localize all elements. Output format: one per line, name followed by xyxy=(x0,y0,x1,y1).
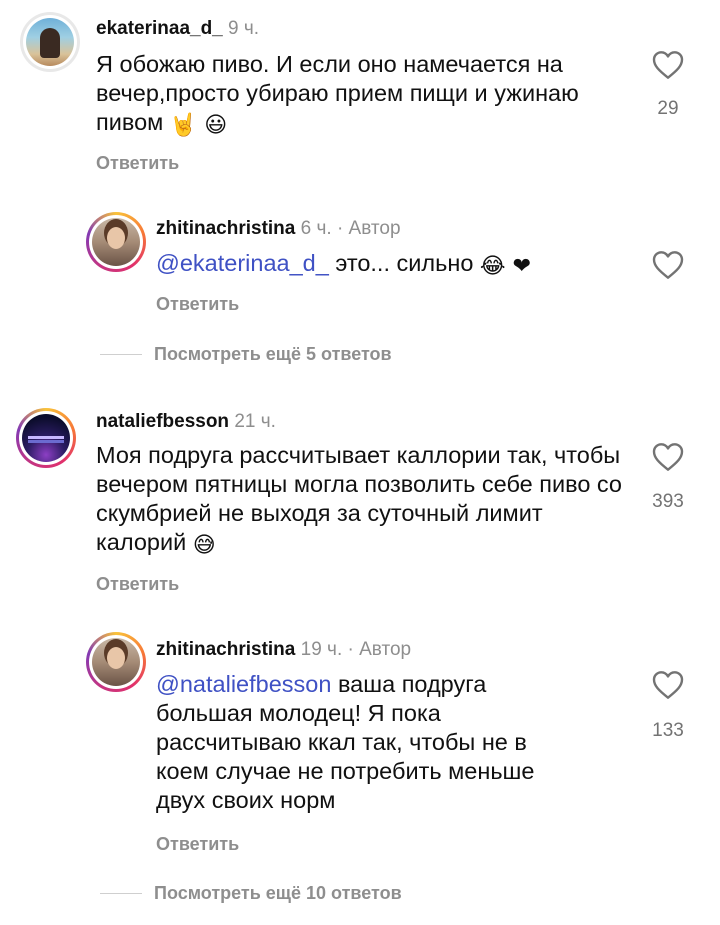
like-count: 393 xyxy=(652,491,684,512)
timestamp: 19 ч. xyxy=(300,639,343,660)
username[interactable]: ekaterinaa_d_ xyxy=(96,18,223,39)
avatar[interactable] xyxy=(86,632,146,692)
comment-meta: nataliefbesson 21 ч. xyxy=(96,410,276,434)
heart-icon[interactable] xyxy=(652,442,684,472)
avatar[interactable] xyxy=(86,212,146,272)
username[interactable]: zhitinachristina xyxy=(156,218,295,239)
comment-meta: zhitinachristina 19 ч. · Автор xyxy=(156,638,411,662)
like-count: 133 xyxy=(652,720,684,741)
username[interactable]: nataliefbesson xyxy=(96,411,229,432)
mention-link[interactable]: @ekaterinaa_d_ xyxy=(156,250,329,276)
reply-button[interactable]: Ответить xyxy=(156,294,239,315)
timestamp: 21 ч. xyxy=(234,411,276,432)
comment-text: @ekaterinaa_d_ это... сильно 😂 ❤ xyxy=(156,250,532,279)
view-more-replies[interactable]: Посмотреть ещё 5 ответов xyxy=(100,344,392,365)
like-count: 29 xyxy=(657,98,679,119)
heart-icon[interactable] xyxy=(652,250,684,280)
divider xyxy=(100,893,142,894)
timestamp: 9 ч. xyxy=(228,18,260,39)
timestamp: 6 ч. xyxy=(300,218,332,239)
author-badge: · Автор xyxy=(347,639,412,660)
avatar-image xyxy=(22,414,70,462)
comment-text: Моя подруга рассчитывает каллории так, ч… xyxy=(96,442,622,558)
emoji-group: 🤘 😃 xyxy=(169,113,228,138)
author-badge: · Автор xyxy=(336,218,401,239)
comment-text: Я обожаю пиво. И если оно намечается на … xyxy=(96,51,579,138)
mention-link[interactable]: @nataliefbesson xyxy=(156,671,331,697)
view-more-replies[interactable]: Посмотреть ещё 10 ответов xyxy=(100,883,402,904)
username[interactable]: zhitinachristina xyxy=(156,639,295,660)
avatar[interactable] xyxy=(20,12,80,72)
divider xyxy=(100,354,142,355)
comment-meta: zhitinachristina 6 ч. · Автор xyxy=(156,217,401,241)
avatar[interactable] xyxy=(16,408,76,468)
emoji-group: 😂 ❤ xyxy=(479,254,532,279)
reply-button[interactable]: Ответить xyxy=(96,574,179,595)
reply-button[interactable]: Ответить xyxy=(156,834,239,855)
comment-text: @nataliefbesson ваша подруга большая мол… xyxy=(156,671,535,813)
emoji-group: 😅 xyxy=(192,533,216,558)
comment-meta: ekaterinaa_d_ 9 ч. xyxy=(96,17,259,41)
avatar-image xyxy=(92,218,140,266)
avatar-image xyxy=(92,638,140,686)
heart-icon[interactable] xyxy=(652,670,684,700)
reply-button[interactable]: Ответить xyxy=(96,153,179,174)
avatar-image xyxy=(26,18,74,66)
heart-icon[interactable] xyxy=(652,50,684,80)
